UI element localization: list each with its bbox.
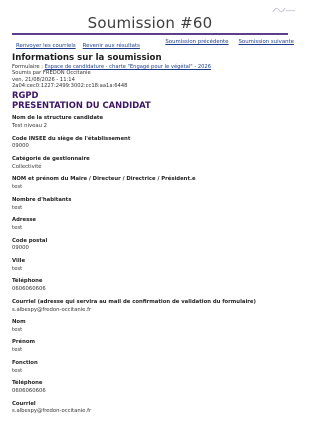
page-title: Soumission #60 xyxy=(87,14,213,32)
field-value: 09000 xyxy=(12,143,29,150)
next-submission-link[interactable]: Soumission suivante xyxy=(239,39,295,45)
field-value: 0606060606 xyxy=(12,388,46,395)
field-item: Téléphone 0606060606 xyxy=(12,380,292,394)
field-value: s.albespy@fredon-occitanie.fr xyxy=(12,408,92,415)
field-label: Nom xyxy=(12,319,26,326)
field-item: Code INSEE du siège de l'établissement 09… xyxy=(12,136,292,150)
field-item: Nom test xyxy=(12,319,292,333)
field-label: Catégorie de gestionnaire xyxy=(12,155,90,162)
field-value: s.albespy@fredon-occitanie.fr xyxy=(12,306,92,313)
previous-submission-link[interactable]: Soumission précédente xyxy=(165,39,228,45)
field-label: Courriel (adresse qui servira au mail de… xyxy=(12,298,256,305)
submission-content: Informations sur la soumission Formulair… xyxy=(12,53,292,421)
field-value: 0606060606 xyxy=(12,286,46,293)
field-label: NOM et prénom du Maire / Directeur / Dir… xyxy=(12,176,196,183)
submission-page: Soumission #60 Soumission précédente Sou… xyxy=(0,0,300,424)
submission-info-heading: Informations sur la soumission xyxy=(12,53,162,63)
section-title: PRESENTATION DU CANDIDAT xyxy=(12,100,151,111)
field-label: Nom de la structure candidate xyxy=(12,115,104,122)
field-label: Fonction xyxy=(12,359,38,366)
field-value: test xyxy=(12,224,23,231)
field-item: Nombre d'habitants test xyxy=(12,197,292,211)
title-divider xyxy=(12,33,288,35)
field-value: 09000 xyxy=(12,245,29,252)
field-item: Code postal 09000 xyxy=(12,238,292,252)
field-value: Collectivité xyxy=(12,163,42,170)
submission-pager: Soumission précédente Soumission suivant… xyxy=(165,39,294,45)
field-item: NOM et prénom du Maire / Directeur / Dir… xyxy=(12,176,292,190)
field-value: Test niveau 2 xyxy=(12,122,47,129)
field-item: Catégorie de gestionnaire Collectivité xyxy=(12,156,292,170)
field-item: Courriel (adresse qui servira au mail de… xyxy=(12,299,292,313)
form-link[interactable]: Espace de candidature - charte "Engagé p… xyxy=(45,64,211,70)
field-list: Nom de la structure candidate Test niveau… xyxy=(12,115,292,415)
field-label: Courriel xyxy=(12,400,36,407)
field-label: Téléphone xyxy=(12,380,43,387)
submission-ip: 2a04:cec0:1227:2499:3002:cc18:aa1a:6448 xyxy=(12,82,128,89)
field-label: Adresse xyxy=(12,217,36,224)
field-value: test xyxy=(12,265,23,272)
field-value: test xyxy=(12,184,23,191)
section-rgpd: RGPD xyxy=(12,90,39,101)
field-item: Prénom test xyxy=(12,339,292,353)
field-label: Nombre d'habitants xyxy=(12,196,72,203)
field-item: Nom de la structure candidate Test niveau… xyxy=(12,115,292,129)
resend-emails-link[interactable]: Renvoyer les courriels xyxy=(16,43,76,49)
field-value: test xyxy=(12,326,23,333)
form-prefix: Formulaire : xyxy=(12,64,45,70)
field-item: Ville test xyxy=(12,258,292,272)
field-label: Code postal xyxy=(12,237,48,244)
back-to-results-link[interactable]: Revenir aux résultats xyxy=(83,43,140,49)
field-value: test xyxy=(12,347,23,354)
field-item: Fonction test xyxy=(12,360,292,374)
field-label: Prénom xyxy=(12,339,36,346)
field-label: Téléphone xyxy=(12,278,43,285)
field-value: test xyxy=(12,204,23,211)
field-label: Ville xyxy=(12,257,26,264)
field-value: test xyxy=(12,367,23,374)
field-label: Code INSEE du siège de l'établissement xyxy=(12,135,131,142)
field-item: Adresse test xyxy=(12,217,292,231)
submission-actions: Renvoyer les courriels Revenir aux résul… xyxy=(16,43,140,49)
field-item: Téléphone 0606060606 xyxy=(12,278,292,292)
field-item: Courriel s.albespy@fredon-occitanie.fr xyxy=(12,401,292,415)
